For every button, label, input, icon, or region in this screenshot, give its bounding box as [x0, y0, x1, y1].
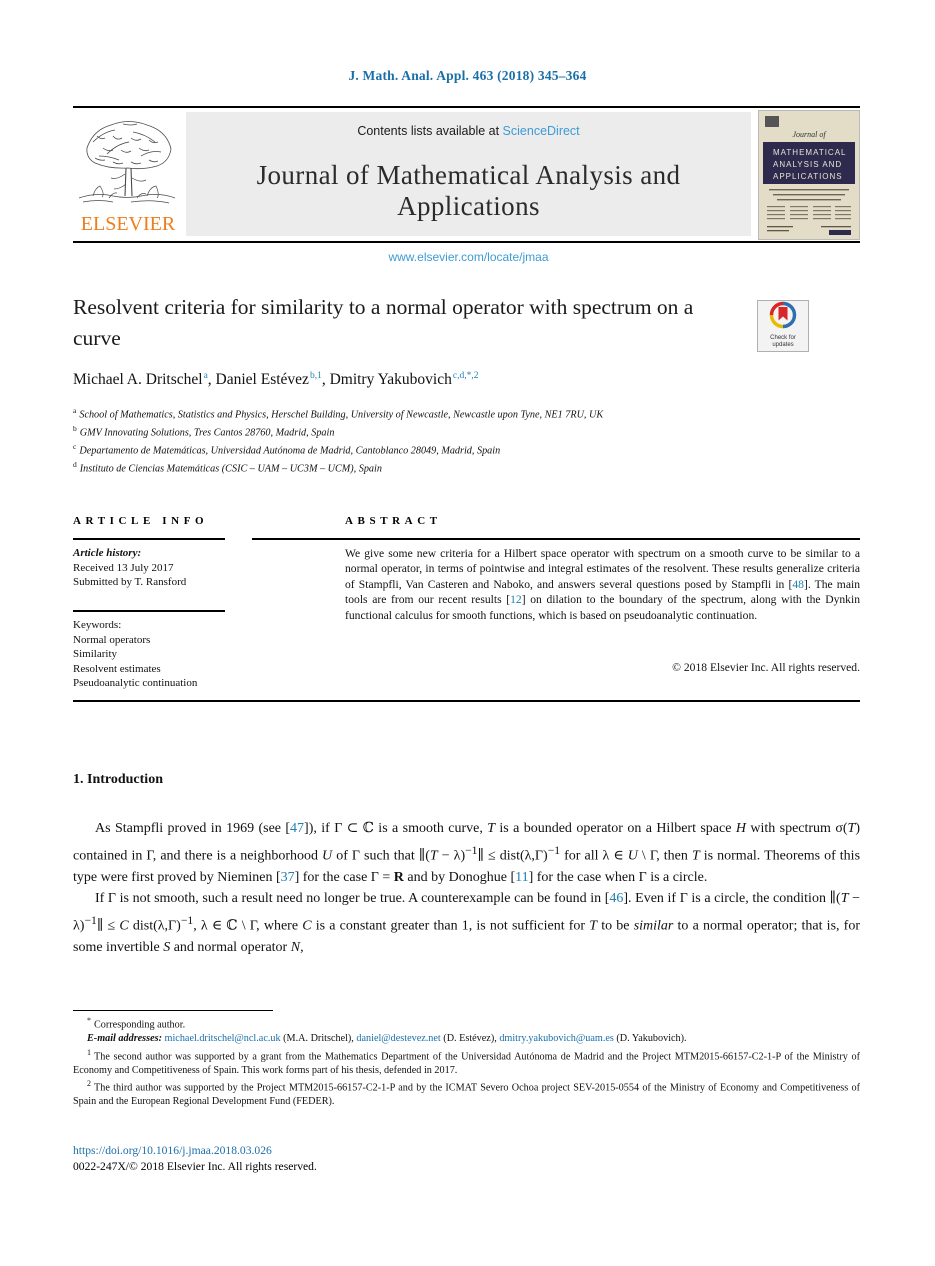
footnote-text: The second author was supported by a gra…: [73, 1050, 860, 1076]
paragraph: As Stampfli proved in 1969 (see [47]), i…: [73, 821, 861, 885]
keywords-heading: Keywords:: [73, 619, 122, 631]
svg-text:ANALYSIS AND: ANALYSIS AND: [773, 160, 842, 169]
author-list: Michael A. Dritschela, Daniel Estévezb,1…: [73, 371, 479, 389]
cover-artwork: Journal of MATHEMATICAL ANALYSIS AND APP…: [759, 111, 859, 239]
footnote-emails: E-mail addresses: michael.dritschel@ncl.…: [87, 1032, 687, 1044]
masthead-top-rule: [73, 106, 860, 108]
footnote-1: 1 The second author was supported by a gr…: [73, 1046, 860, 1078]
paragraph: If Γ is not smooth, such a result need n…: [73, 891, 861, 955]
abstract-header: ABSTRACT: [345, 515, 442, 527]
affiliation-text: School of Mathematics, Statistics and Ph…: [79, 409, 604, 421]
introduction-body: As Stampfli proved in 1969 (see [47]), i…: [73, 818, 860, 958]
svg-text:APPLICATIONS: APPLICATIONS: [773, 172, 843, 181]
abstract-rule-top: [252, 538, 860, 540]
footnote-text: Corresponding author.: [94, 1019, 186, 1031]
masthead-bottom-rule: [73, 241, 860, 243]
affiliation-text: Departamento de Matemáticas, Universidad…: [79, 445, 501, 457]
affiliation-mark: b: [73, 423, 77, 433]
footnote-text: The third author was supported by the Pr…: [73, 1082, 860, 1108]
affiliation-mark: d: [73, 459, 77, 469]
info-rule-top: [73, 538, 225, 540]
footnote-mark-2: 2: [87, 1079, 91, 1089]
journal-title: Journal of Mathematical Analysis and App…: [256, 160, 681, 221]
keywords-block: Keywords: Normal operators Similarity Re…: [73, 618, 243, 691]
footer-block: https://doi.org/10.1016/j.jmaa.2018.03.0…: [73, 1143, 317, 1174]
affiliation-text: GMV Innovating Solutions, Tres Cantos 28…: [79, 427, 335, 439]
svg-text:Journal of: Journal of: [792, 130, 827, 139]
footnote-block: * Corresponding author. E-mail addresses:…: [73, 1014, 860, 1109]
submitted-by: Submitted by T. Ransford: [73, 576, 187, 589]
info-rule-middle: [73, 610, 225, 612]
footnote-mark-asterisk: *: [87, 1016, 91, 1025]
crossmark-line1: Check for: [770, 335, 796, 341]
elsevier-wordmark: ELSEVIER: [80, 213, 176, 235]
footnote-corresponding: * Corresponding author.: [73, 1014, 860, 1032]
crossmark-label: Check for updates: [758, 335, 808, 349]
article-history-heading: Article history:: [73, 547, 142, 559]
issn-copyright-line: 0022-247X/© 2018 Elsevier Inc. All right…: [73, 1159, 317, 1173]
keyword-item: Pseudoanalytic continuation: [73, 677, 198, 690]
footnote-mark-1: 1: [87, 1047, 91, 1057]
crossmark-icon: [769, 301, 797, 329]
article-history-block: Article history: Received 13 July 2017 S…: [73, 546, 233, 590]
contents-available-line: Contents lists available at ScienceDirec…: [186, 124, 751, 138]
footnote-2: 2 The third author was supported by the P…: [73, 1077, 860, 1109]
abstract-text: We give some new criteria for a Hilbert …: [345, 547, 860, 622]
sciencedirect-link[interactable]: ScienceDirect: [503, 124, 580, 138]
article-info-header: ARTICLE INFO: [73, 515, 209, 527]
svg-text:MATHEMATICAL: MATHEMATICAL: [773, 148, 846, 157]
section-heading-introduction: 1. Introduction: [73, 772, 163, 787]
affiliation-item: b GMV Innovating Solutions, Tres Cantos 2…: [73, 422, 833, 440]
contents-prefix: Contents lists available at: [357, 124, 503, 138]
journal-url-link[interactable]: www.elsevier.com/locate/jmaa: [186, 250, 751, 264]
keyword-item: Resolvent estimates: [73, 662, 161, 675]
doi-link[interactable]: https://doi.org/10.1016/j.jmaa.2018.03.0…: [73, 1143, 317, 1159]
affiliation-list: a School of Mathematics, Statistics and P…: [73, 404, 833, 476]
affiliation-item: c Departamento de Matemáticas, Universida…: [73, 440, 833, 458]
abstract-copyright: © 2018 Elsevier Inc. All rights reserved…: [672, 661, 860, 674]
journal-masthead: ELSEVIER Contents lists available at Sci…: [73, 110, 860, 264]
received-date: Received 13 July 2017: [73, 561, 174, 574]
keyword-item: Similarity: [73, 648, 117, 661]
journal-band: Contents lists available at ScienceDirec…: [186, 112, 751, 264]
abstract-rule-bottom: [73, 700, 860, 702]
elsevier-logo: ELSEVIER: [73, 112, 183, 236]
page-title: Resolvent criteria for similarity to a n…: [73, 295, 694, 350]
running-head: J. Math. Anal. Appl. 463 (2018) 345–364: [348, 68, 587, 83]
elsevier-tree-icon: [78, 120, 176, 204]
paper-page: J. Math. Anal. Appl. 463 (2018) 345–364: [0, 0, 935, 1266]
journal-cover-thumbnail: Journal of MATHEMATICAL ANALYSIS AND APP…: [758, 110, 860, 240]
affiliation-item: d Instituto de Ciencias Matemáticas (CSIC…: [73, 458, 833, 476]
crossmark-line2: updates: [772, 342, 794, 348]
footnote-rule: [73, 1010, 273, 1012]
affiliation-item: a School of Mathematics, Statistics and P…: [73, 404, 833, 422]
affiliation-text: Instituto de Ciencias Matemáticas (CSIC …: [79, 463, 382, 475]
keyword-item: Normal operators: [73, 633, 151, 646]
crossmark-badge[interactable]: Check for updates: [757, 300, 809, 352]
